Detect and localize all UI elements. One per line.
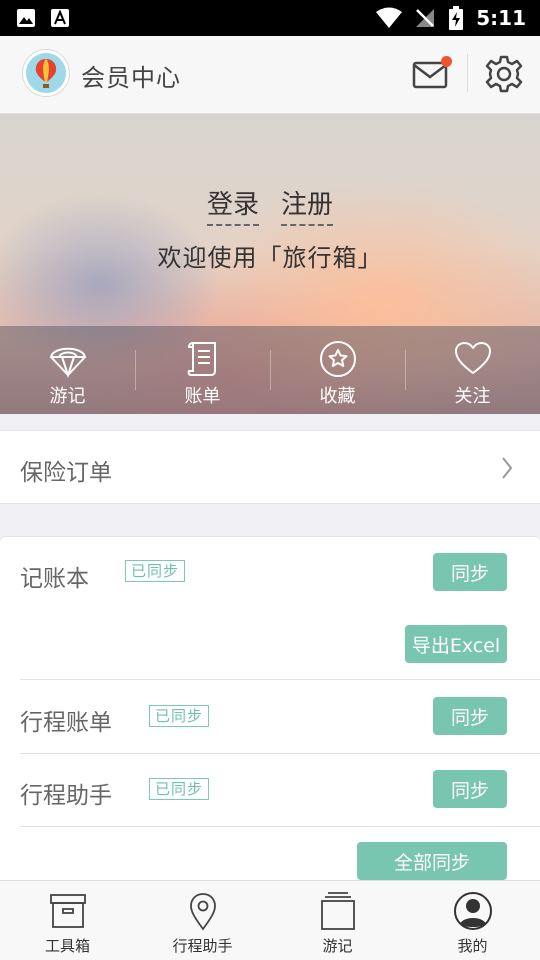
bottom-nav: 工具箱 行程助手 游记 我的 [0,880,540,960]
scroll-icon [187,342,216,376]
quick-item-label: 游记 [49,386,86,407]
quick-actions-bar: 游记 账单 收藏 关注 [0,326,540,414]
nav-label: 游记 [322,937,353,955]
wifi-icon [376,7,403,28]
no-signal-icon [416,9,435,27]
quick-item-follow[interactable]: 关注 [405,326,540,414]
sync-status-badge: 已同步 [149,705,210,727]
login-link[interactable]: 登录 [206,184,259,226]
sync-row-ledger: 记账本 已同步 同步 导出Excel [20,537,540,680]
sync-button[interactable]: 同步 [433,770,507,808]
nav-label: 我的 [457,937,488,955]
image-icon [17,9,35,27]
stack-icon [320,892,355,930]
sync-row-trip-assistant: 行程助手 已同步 同步 [20,754,540,827]
register-link[interactable]: 注册 [281,184,334,226]
sync-status-badge: 已同步 [149,778,210,800]
toolbox-icon [49,894,86,928]
sync-row-title: 行程助手 [20,783,112,809]
gear-icon [485,55,523,93]
star-icon [319,341,356,377]
clock: 5:11 [476,6,526,30]
quick-item-travelogue[interactable]: 游记 [0,326,135,414]
welcome-text: 欢迎使用「旅行箱」 [157,244,383,272]
auth-links: 登录 注册 [0,184,540,226]
quick-item-label: 账单 [184,386,221,407]
member-banner: 登录 注册 欢迎使用「旅行箱」 游记 账单 收藏 关注 [0,114,540,414]
page-title: 会员中心 [81,64,181,92]
insurance-orders-label: 保险订单 [20,460,112,486]
nav-toolbox[interactable]: 工具箱 [0,881,135,960]
sync-status-badge: 已同步 [125,560,186,582]
quick-item-label: 收藏 [319,386,356,407]
battery-charging-icon [449,6,464,30]
nav-mine[interactable]: 我的 [405,881,540,960]
sync-row-title: 行程账单 [20,710,112,736]
quick-item-label: 关注 [454,386,491,407]
sync-card: 记账本 已同步 同步 导出Excel 行程账单 已同步 同步 行程助手 已同步 … [0,536,540,880]
quick-item-bills[interactable]: 账单 [135,326,270,414]
location-pin-icon [189,893,216,931]
nav-trip-assistant[interactable]: 行程助手 [135,881,270,960]
unread-dot [441,56,452,67]
export-excel-button[interactable]: 导出Excel [405,625,507,663]
sync-all-button[interactable]: 全部同步 [357,842,507,880]
nav-travelogue[interactable]: 游记 [270,881,405,960]
app-header: 会员中心 [0,36,540,114]
quick-item-favorites[interactable]: 收藏 [270,326,405,414]
settings-button[interactable] [484,54,524,94]
user-icon [453,892,492,930]
status-bar: 5:11 [0,0,540,36]
sync-button[interactable]: 同步 [433,697,507,735]
mail-button[interactable] [412,56,454,92]
sync-button[interactable]: 同步 [433,553,507,591]
header-divider [467,54,468,92]
font-a-icon [51,9,69,27]
sync-row-title: 记账本 [20,566,89,592]
parachute-icon [49,347,86,378]
nav-label: 工具箱 [44,937,90,955]
nav-label: 行程助手 [172,937,233,955]
chevron-right-icon [502,457,513,479]
insurance-orders-row[interactable]: 保险订单 [0,430,540,504]
balloon-logo-icon[interactable] [23,50,69,96]
heart-icon [454,342,491,374]
sync-row-trip-bills: 行程账单 已同步 同步 [20,681,540,754]
